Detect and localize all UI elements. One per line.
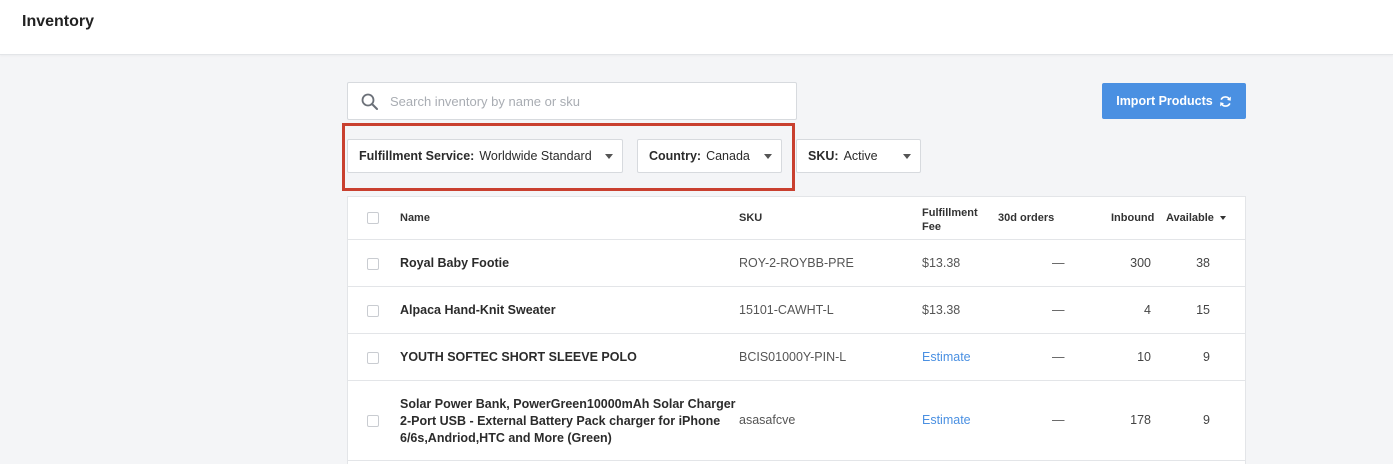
product-name[interactable]: Solar Power Bank, PowerGreen10000mAh Sol… [400, 396, 736, 447]
column-header-fee-line2: Fee [922, 221, 941, 233]
select-all-checkbox[interactable] [367, 212, 379, 224]
inventory-table: Name SKU Fulfillment Fee 30d orders Inbo… [347, 196, 1246, 464]
estimate-link[interactable]: Estimate [922, 350, 971, 364]
column-header-name[interactable]: Name [400, 212, 430, 224]
column-header-inbound[interactable]: Inbound [1111, 212, 1154, 224]
column-header-available-label: Available [1166, 212, 1214, 224]
sort-descending-icon [1219, 216, 1226, 221]
search-input[interactable] [390, 83, 790, 119]
inbound-count: 10 [1137, 350, 1151, 364]
product-name[interactable]: Royal Baby Footie [400, 256, 509, 270]
available-count: 38 [1196, 256, 1210, 270]
column-header-sku[interactable]: SKU [739, 212, 762, 224]
fulfillment-fee: $13.38 [922, 303, 961, 317]
estimate-link[interactable]: Estimate [922, 413, 971, 427]
available-count: 9 [1203, 350, 1210, 364]
column-header-fee-line1: Fulfillment [922, 207, 978, 219]
available-count: 15 [1196, 303, 1210, 317]
product-name-line: 2-Port USB - External Battery Pack charg… [400, 414, 721, 428]
inbound-count: 178 [1130, 413, 1151, 427]
available-count: 9 [1203, 413, 1210, 427]
row-checkbox[interactable] [367, 415, 379, 427]
import-products-label: Import Products [1116, 94, 1213, 108]
product-name[interactable]: Alpaca Hand-Knit Sweater [400, 303, 556, 317]
orders-30d: — [1052, 303, 1065, 317]
product-name-line: Solar Power Bank, PowerGreen10000mAh Sol… [400, 397, 736, 411]
table-row[interactable]: YOUTH SOFTEC SHORT SLEEVE POLO BCIS01000… [348, 334, 1245, 381]
product-sku: BCIS01000Y-PIN-L [739, 350, 847, 364]
table-header: Name SKU Fulfillment Fee 30d orders Inbo… [348, 197, 1245, 240]
product-name-line: 6/6s,Andriod,HTC and More (Green) [400, 431, 612, 445]
product-sku: ROY-2-ROYBB-PRE [739, 256, 854, 270]
column-header-fee[interactable]: Fulfillment Fee [922, 206, 978, 234]
row-checkbox[interactable] [367, 305, 379, 317]
inbound-count: 300 [1130, 256, 1151, 270]
product-sku: 15101-CAWHT-L [739, 303, 834, 317]
table-row[interactable]: Alpaca Hand-Knit Sweater 15101-CAWHT-L $… [348, 287, 1245, 334]
top-bar: Inventory [0, 0, 1393, 55]
import-products-button[interactable]: Import Products [1102, 83, 1246, 119]
filter-highlight-box [342, 123, 795, 191]
row-checkbox[interactable] [367, 258, 379, 270]
product-name[interactable]: YOUTH SOFTEC SHORT SLEEVE POLO [400, 350, 637, 364]
chevron-down-icon [903, 154, 911, 159]
inbound-count: 4 [1144, 303, 1151, 317]
search-icon [361, 93, 378, 110]
refresh-icon [1219, 95, 1231, 107]
sku-dropdown[interactable]: SKU: Active [796, 139, 921, 173]
sku-value: Active [843, 149, 878, 163]
row-checkbox[interactable] [367, 352, 379, 364]
orders-30d: — [1052, 413, 1065, 427]
sku-label: SKU: [808, 149, 839, 163]
page-title: Inventory [22, 13, 95, 30]
table-row[interactable]: Royal Baby Footie ROY-2-ROYBB-PRE $13.38… [348, 240, 1245, 287]
fulfillment-fee: $13.38 [922, 256, 961, 270]
search-box[interactable] [347, 82, 797, 120]
product-sku: asasafcve [739, 413, 796, 427]
orders-30d: — [1052, 350, 1065, 364]
orders-30d: — [1052, 256, 1065, 270]
column-header-30d-orders[interactable]: 30d orders [998, 212, 1054, 224]
column-header-available[interactable]: Available [1166, 212, 1226, 224]
table-row[interactable]: Solar Power Bank, PowerGreen10000mAh Sol… [348, 381, 1245, 461]
